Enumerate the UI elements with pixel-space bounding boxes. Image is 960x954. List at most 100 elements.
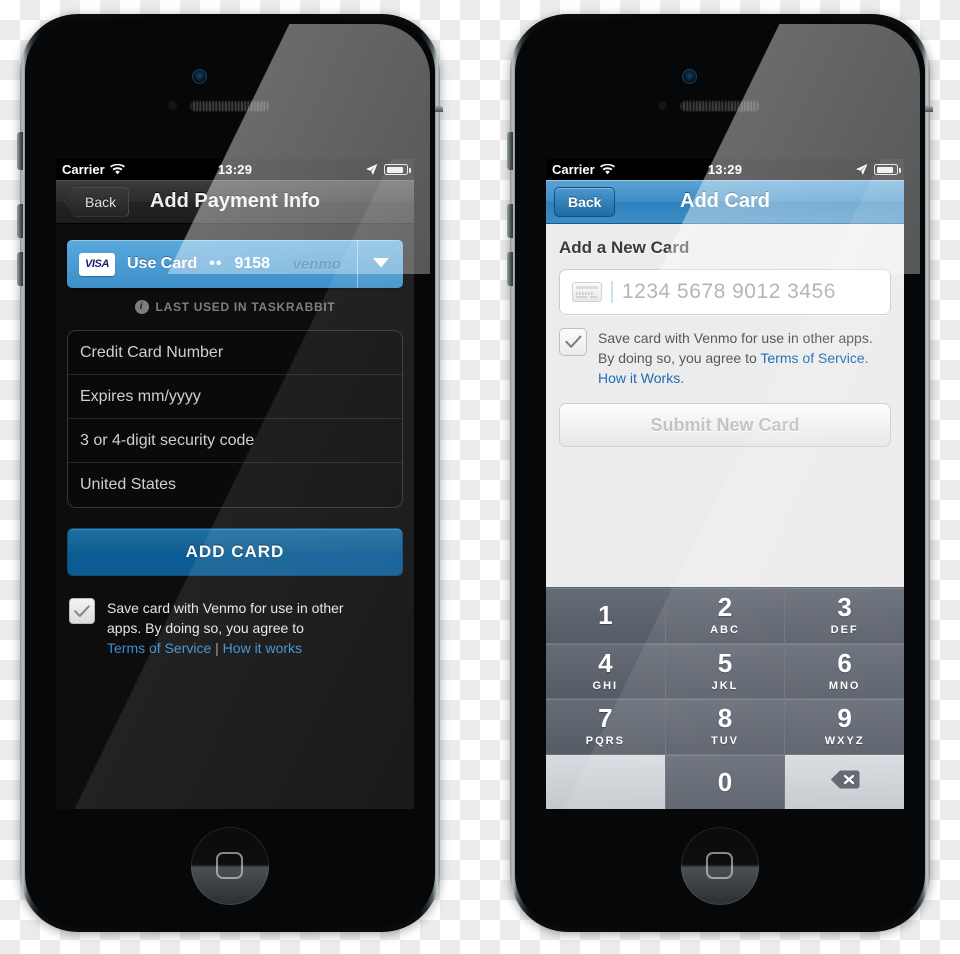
key-1[interactable]: 1 bbox=[546, 588, 665, 643]
save-consent-text-left: Save card with Venmo for use in other ap… bbox=[107, 598, 344, 658]
key-5-letters: JKL bbox=[711, 679, 739, 692]
silent-switch-right[interactable] bbox=[507, 132, 513, 170]
screen-left: Carrier 13:29 Back Add Payment Info VISA… bbox=[56, 159, 414, 809]
input-security-code[interactable]: 3 or 4-digit security code bbox=[68, 419, 402, 463]
card-form: Credit Card Number Expires mm/yyyy 3 or … bbox=[67, 330, 403, 508]
submit-new-card-button[interactable]: Submit New Card bbox=[559, 403, 891, 447]
section-title: Add a New Card bbox=[559, 238, 690, 257]
visa-icon: VISA bbox=[79, 252, 115, 276]
consent-line-2: apps. By doing so, you agree to bbox=[107, 620, 304, 636]
front-camera-icon-right bbox=[682, 69, 697, 84]
silent-switch[interactable] bbox=[17, 132, 23, 170]
status-bar-right: Carrier 13:29 bbox=[546, 159, 904, 180]
key-9-letters: WXYZ bbox=[824, 735, 865, 748]
key-6-letters: MNO bbox=[828, 679, 861, 692]
proximity-sensor-icon bbox=[168, 101, 177, 110]
last-used-label: LAST USED IN TASKRABBIT bbox=[155, 300, 336, 314]
consent-line-1-right: Save card with Venmo for use in other ap… bbox=[598, 330, 873, 346]
status-right-group bbox=[365, 163, 411, 176]
key-4-letters: GHI bbox=[592, 679, 619, 692]
key-6-number: 6 bbox=[837, 647, 852, 678]
back-button-left[interactable]: Back bbox=[64, 186, 130, 217]
key-0[interactable]: 0 bbox=[665, 754, 785, 809]
earpiece-speaker-icon bbox=[190, 100, 270, 111]
add-card-button[interactable]: ADD CARD bbox=[67, 528, 403, 576]
key-2-letters: ABC bbox=[710, 624, 740, 637]
status-time: 13:29 bbox=[217, 162, 253, 177]
key-3-number: 3 bbox=[837, 592, 852, 623]
input-expiry[interactable]: Expires mm/yyyy bbox=[68, 375, 402, 419]
backspace-icon bbox=[830, 769, 860, 795]
consent-separator: | bbox=[215, 640, 219, 656]
save-card-checkbox-right[interactable] bbox=[559, 328, 587, 356]
key-7-number: 7 bbox=[598, 703, 613, 734]
right-app-body: Back Add Card Add a New Card 1234 5678 9… bbox=[546, 180, 904, 809]
screen-right: Carrier 13:29 Back Add Card Add a New Ca… bbox=[546, 159, 904, 809]
how-it-works-link-right[interactable]: How it Works bbox=[598, 370, 680, 386]
volume-up-button-right[interactable] bbox=[507, 204, 513, 238]
save-card-checkbox-left[interactable] bbox=[69, 598, 95, 624]
card-number-placeholder: 1234 5678 9012 3456 bbox=[622, 280, 836, 303]
numeric-keypad: 1 2 ABC 3 DEF 4 GHI 5 JKL 6 MNO 7 PQRS 8 TUV 9W… bbox=[546, 587, 904, 809]
how-it-works-link-left[interactable]: How it works bbox=[223, 640, 302, 656]
back-button-right[interactable]: Back bbox=[554, 186, 616, 217]
saved-card-main[interactable]: VISA Use Card •• 9158 venmo bbox=[67, 240, 357, 288]
visa-label: VISA bbox=[84, 258, 110, 270]
key-4-number: 4 bbox=[598, 647, 613, 678]
key-9-number: 9 bbox=[837, 703, 852, 734]
save-consent-text-right: Save card with Venmo for use in other ap… bbox=[598, 328, 873, 388]
home-square-icon bbox=[216, 852, 243, 879]
credit-card-icon bbox=[572, 282, 602, 302]
phone-bezel-right: Carrier 13:29 Back Add Card Add a New Ca… bbox=[515, 19, 925, 927]
phone-device-left: Carrier 13:29 Back Add Payment Info VISA… bbox=[17, 14, 443, 932]
home-button-right[interactable] bbox=[681, 827, 759, 905]
location-arrow-icon bbox=[365, 163, 378, 176]
phone-bezel-left: Carrier 13:29 Back Add Payment Info VISA… bbox=[25, 19, 435, 927]
input-country[interactable]: United States bbox=[68, 463, 402, 507]
chevron-down-icon bbox=[372, 255, 389, 273]
card-mask: •• bbox=[209, 255, 223, 272]
info-icon: i bbox=[134, 300, 149, 314]
key-8-number: 8 bbox=[717, 703, 733, 734]
save-consent-left: Save card with Venmo for use in other ap… bbox=[69, 598, 401, 658]
volume-up-button[interactable] bbox=[17, 204, 23, 238]
key-2[interactable]: 2 ABC bbox=[665, 588, 785, 643]
card-number-input[interactable]: 1234 5678 9012 3456 bbox=[559, 269, 891, 315]
key-5[interactable]: 5 JKL bbox=[665, 643, 785, 698]
status-right-group-right bbox=[855, 163, 901, 176]
text-cursor bbox=[611, 281, 613, 303]
right-nav-bar: Back Add Card bbox=[546, 180, 904, 224]
left-nav-bar: Back Add Payment Info bbox=[56, 180, 414, 224]
location-arrow-icon-right bbox=[855, 163, 868, 176]
home-button-left[interactable] bbox=[191, 827, 269, 905]
card-last4: 9158 bbox=[234, 255, 271, 272]
terms-of-service-link-right[interactable]: Terms of Service bbox=[760, 350, 864, 366]
key-5-number: 5 bbox=[717, 647, 733, 678]
key-3-letters: DEF bbox=[830, 624, 859, 637]
key-3[interactable]: 3 DEF bbox=[785, 588, 904, 643]
volume-down-button-right[interactable] bbox=[507, 252, 513, 286]
key-backspace[interactable] bbox=[785, 754, 904, 809]
key-2-number: 2 bbox=[717, 592, 733, 623]
terms-of-service-link-left[interactable]: Terms of Service bbox=[107, 640, 211, 656]
saved-card-bar[interactable]: VISA Use Card •• 9158 venmo bbox=[67, 240, 403, 288]
key-9[interactable]: 9 WXYZ bbox=[785, 699, 904, 754]
key-7[interactable]: 7 PQRS bbox=[546, 699, 665, 754]
earpiece-speaker-icon-right bbox=[680, 100, 760, 111]
key-6[interactable]: 6 MNO bbox=[785, 643, 904, 698]
input-credit-card-number[interactable]: Credit Card Number bbox=[68, 331, 402, 375]
key-4[interactable]: 4 GHI bbox=[546, 643, 665, 698]
key-8-letters: TUV bbox=[710, 735, 739, 748]
saved-card-dropdown-button[interactable] bbox=[357, 240, 403, 288]
key-blank bbox=[546, 754, 665, 809]
right-content: Add a New Card 1234 5678 9012 3456 Save … bbox=[546, 224, 904, 587]
home-square-icon-right bbox=[706, 852, 733, 879]
consent-line-1: Save card with Venmo for use in other bbox=[107, 600, 344, 616]
last-used-note: i LAST USED IN TASKRABBIT bbox=[56, 300, 414, 314]
key-0-number: 0 bbox=[717, 766, 733, 797]
battery-icon bbox=[384, 164, 411, 175]
key-8[interactable]: 8 TUV bbox=[665, 699, 785, 754]
phone-device-right: Carrier 13:29 Back Add Card Add a New Ca… bbox=[507, 14, 933, 932]
volume-down-button[interactable] bbox=[17, 252, 23, 286]
how-it-works-suffix: . bbox=[680, 370, 685, 386]
